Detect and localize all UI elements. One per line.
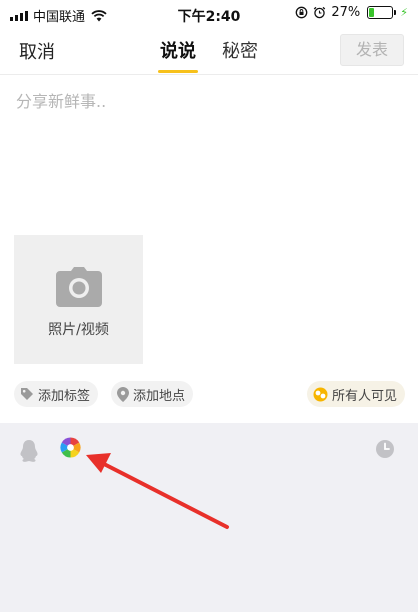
battery-percent: 27% bbox=[331, 5, 361, 20]
tag-icon bbox=[21, 388, 33, 400]
status-right: 27% ⚡ bbox=[295, 5, 408, 20]
battery-icon bbox=[367, 6, 397, 19]
tab-shuoshuo[interactable]: 说说 bbox=[158, 37, 198, 73]
add-media-label: 照片/视频 bbox=[48, 322, 109, 338]
charging-icon: ⚡ bbox=[400, 6, 408, 19]
visibility-icon bbox=[313, 387, 328, 401]
visibility-label: 所有人可见 bbox=[331, 388, 397, 404]
tab-shuoshuo-label: 说说 bbox=[160, 41, 196, 62]
qq-penguin-icon[interactable] bbox=[20, 440, 38, 462]
cancel-button[interactable]: 取消 bbox=[19, 38, 55, 64]
clock-icon[interactable] bbox=[375, 439, 395, 459]
tab-secret[interactable]: 秘密 bbox=[222, 37, 258, 63]
status-bar: 中国联通 下午2:40 27% ⚡ bbox=[0, 0, 418, 30]
bottom-toolbar-panel bbox=[0, 423, 418, 612]
location-pin-icon bbox=[117, 386, 129, 402]
post-input[interactable] bbox=[16, 88, 396, 218]
add-tag-button[interactable]: 添加标签 bbox=[14, 381, 99, 407]
camera-icon bbox=[56, 267, 102, 307]
orientation-lock-icon bbox=[296, 6, 308, 19]
visibility-button[interactable]: 所有人可见 bbox=[306, 381, 405, 407]
active-tab-indicator bbox=[158, 70, 198, 73]
battery-level bbox=[369, 8, 375, 17]
nav-bar: 取消 说说 秘密 发表 bbox=[0, 30, 418, 75]
pinwheel-icon[interactable] bbox=[60, 437, 81, 458]
add-location-button[interactable]: 添加地点 bbox=[111, 381, 194, 407]
add-tag-label: 添加标签 bbox=[38, 388, 91, 404]
add-media-button[interactable]: 照片/视频 bbox=[14, 235, 143, 364]
publish-button[interactable]: 发表 bbox=[340, 34, 404, 66]
tab-secret-label: 秘密 bbox=[222, 41, 258, 62]
add-location-label: 添加地点 bbox=[133, 388, 186, 404]
alarm-icon bbox=[314, 6, 326, 19]
